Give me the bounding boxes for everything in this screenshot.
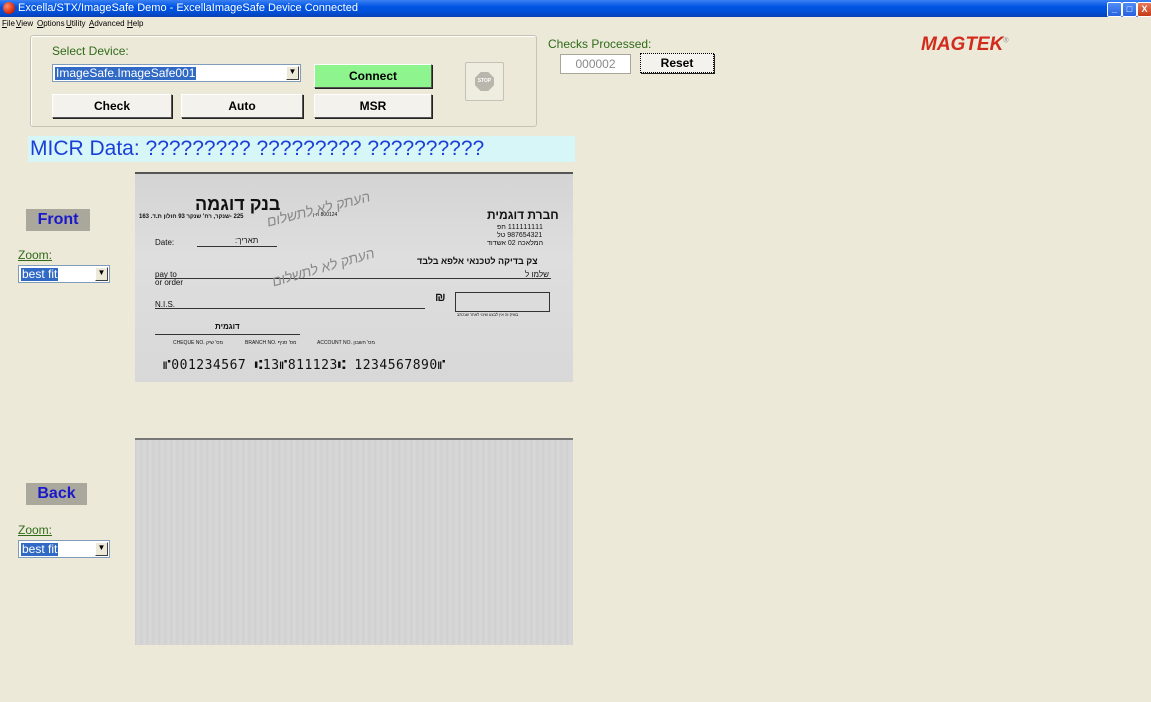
select-device-label: Select Device: — [52, 44, 129, 58]
stop-icon: STOP — [475, 72, 494, 91]
check-amount-box — [455, 292, 550, 312]
menu-file[interactable]: File — [2, 17, 15, 30]
check-signature-name: דוגמית — [215, 322, 240, 331]
check-bank-name: בנק דוגמה — [195, 194, 281, 214]
check-fine-print: בשיק זה אין לבצע שינוי לאחר שנכתב — [457, 312, 519, 317]
chevron-down-icon[interactable]: ▼ — [95, 542, 108, 556]
msr-button[interactable]: MSR — [314, 94, 432, 118]
check-company-line1: 111111111 חפ — [497, 224, 543, 231]
check-micr-line: ⑈001234567 ⑆13⑈811123⑆ 1234567890⑈ — [163, 358, 446, 373]
device-select[interactable]: ImageSafe.ImageSafe001 ▼ — [52, 64, 301, 82]
title-bar: Excella/STX/ImageSafe Demo - ExcellaImag… — [0, 0, 1151, 17]
back-zoom-label: Zoom: — [18, 523, 53, 537]
check-shekel: ₪ — [435, 290, 446, 304]
front-label: Front — [26, 209, 90, 231]
check-test-note: צק בדיקה לטכנאי אלפא בלבד — [417, 256, 538, 266]
check-account-no: ACCOUNT NO. מס' חשבון — [317, 340, 375, 346]
app-icon — [3, 2, 15, 14]
chevron-down-icon[interactable]: ▼ — [286, 66, 299, 80]
front-zoom-value: best fit — [21, 267, 59, 281]
back-check-image — [135, 438, 573, 645]
check-company: חברת דוגמית — [487, 208, 559, 222]
front-zoom-label: Zoom: — [18, 248, 53, 262]
check-company-line3: המלאכה 20 אשדוד — [487, 240, 544, 247]
magtek-logo: MAGTEK® — [921, 34, 1009, 55]
check-date-label-he: תאריך: — [235, 236, 259, 245]
check-branch-no: BRANCH NO. מס' סניף — [245, 340, 297, 346]
menu-bar: File View Options Utility Advanced Help — [0, 17, 1151, 30]
menu-options[interactable]: Options — [37, 17, 65, 30]
maximize-button[interactable]: □ — [1122, 2, 1137, 17]
back-zoom-select[interactable]: best fit ▼ — [18, 540, 110, 558]
menu-view[interactable]: View — [16, 17, 33, 30]
front-check-image: בנק דוגמה 522 -שנקר, רח' שנקר 39 חולון ת… — [135, 172, 573, 382]
auto-button[interactable]: Auto — [181, 94, 303, 118]
check-cheque-no: CHEQUE NO. מס' שיק — [173, 340, 224, 346]
check-button[interactable]: Check — [52, 94, 172, 118]
back-zoom-value: best fit — [21, 542, 59, 556]
micr-data: MICR Data: ????????? ????????? ?????????… — [28, 136, 575, 162]
chevron-down-icon[interactable]: ▼ — [95, 267, 108, 281]
checks-processed-label: Checks Processed: — [548, 37, 652, 51]
check-watermark-bottom: העתק לא לתשלום — [270, 244, 377, 290]
check-watermark-top: העתק לא לתשלום — [265, 188, 372, 230]
check-date-label: Date: — [155, 238, 175, 247]
menu-advanced[interactable]: Advanced — [89, 17, 125, 30]
check-bank-address: 522 -שנקר, רח' שנקר 39 חולון ת.ד. 361 — [139, 214, 244, 220]
front-zoom-select[interactable]: best fit ▼ — [18, 265, 110, 283]
check-or-order: or order — [155, 278, 184, 287]
back-label: Back — [26, 483, 87, 505]
close-button[interactable]: X — [1137, 2, 1151, 17]
device-select-value: ImageSafe.ImageSafe001 — [55, 66, 197, 80]
connect-button[interactable]: Connect — [314, 64, 432, 88]
window-title: Excella/STX/ImageSafe Demo - ExcellaImag… — [18, 2, 358, 14]
check-company-line2: 123456789 טל — [497, 232, 543, 239]
menu-utility[interactable]: Utility — [66, 17, 86, 30]
minimize-button[interactable]: _ — [1107, 2, 1122, 17]
menu-help[interactable]: Help — [127, 17, 143, 30]
checks-processed-value: 000002 — [560, 54, 631, 74]
stop-button[interactable]: STOP — [465, 62, 504, 101]
reset-button[interactable]: Reset — [640, 53, 714, 73]
